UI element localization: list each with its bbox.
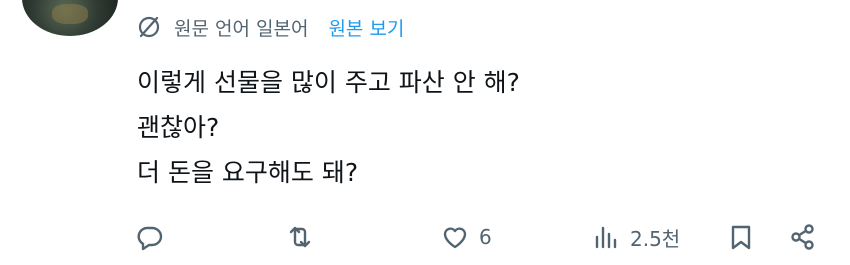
- views-button[interactable]: 2.5천: [592, 217, 680, 257]
- tweet-line: 이렇게 선물을 많이 주고 파산 안 해?: [137, 68, 520, 97]
- avatar[interactable]: [22, 0, 118, 36]
- translation-language-label: 원문 언어 일본어: [174, 17, 309, 40]
- tweet-line: 괜찮아?: [137, 113, 220, 142]
- translate-icon: [136, 14, 162, 40]
- reply-button[interactable]: [136, 217, 164, 257]
- share-button[interactable]: [789, 217, 817, 257]
- view-original-link[interactable]: 원본 보기: [328, 14, 404, 41]
- like-count: 6: [479, 225, 492, 249]
- bookmark-icon: [731, 225, 751, 250]
- like-button[interactable]: 6: [441, 217, 492, 257]
- heart-icon: [443, 227, 467, 249]
- share-icon: [791, 224, 814, 250]
- reply-icon: [137, 226, 163, 251]
- translation-notice: 원문 언어 일본어 원본 보기: [136, 11, 404, 43]
- bookmark-button[interactable]: [727, 217, 755, 257]
- views-count: 2.5천: [630, 226, 681, 251]
- retweet-button[interactable]: [286, 217, 314, 257]
- tweet-text: 이렇게 선물을 많이 주고 파산 안 해? 괜찮아? 더 돈을 요구해도 돼?: [137, 60, 520, 195]
- tweet-action-bar: 6 2.5천: [0, 217, 850, 257]
- views-icon: [595, 226, 617, 249]
- tweet-line: 더 돈을 요구해도 돼?: [137, 158, 359, 187]
- retweet-icon: [289, 226, 311, 248]
